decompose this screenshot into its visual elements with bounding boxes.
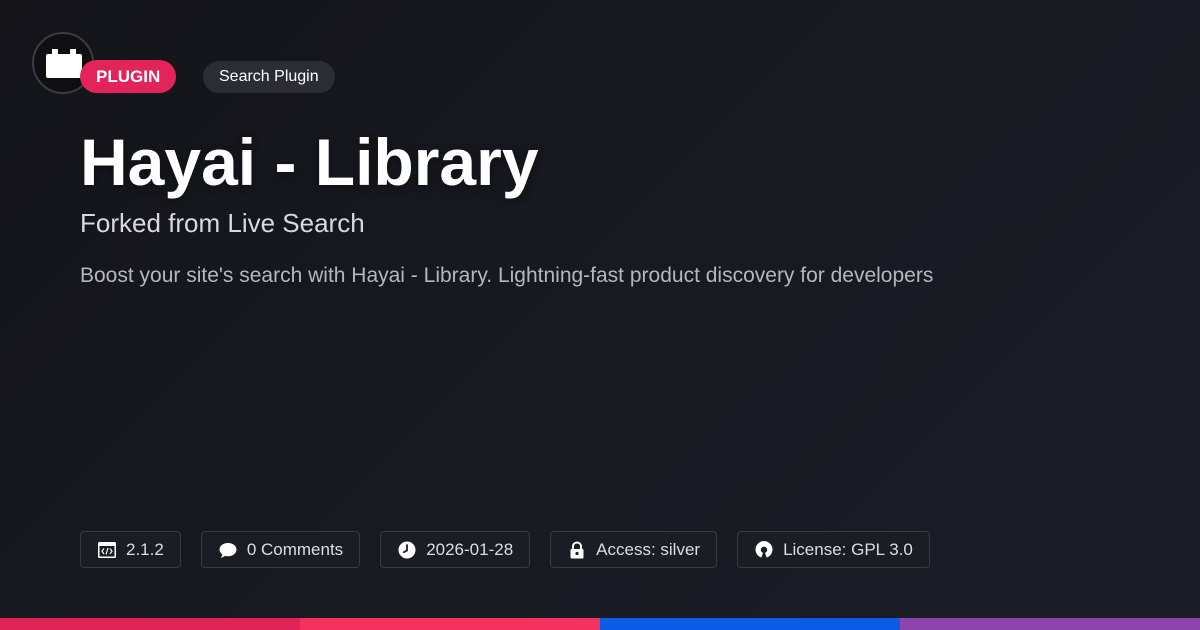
accent-bar <box>0 618 1200 630</box>
plugin-card: PLUGIN Search Plugin Hayai - Library For… <box>0 0 1200 630</box>
open-source-icon <box>754 540 774 560</box>
lock-icon <box>567 540 587 560</box>
clock-icon <box>397 540 417 560</box>
meta-row: 2.1.2 0 Comments 2026-01-28 Access: silv… <box>80 531 930 568</box>
license-pill: License: GPL 3.0 <box>737 531 930 568</box>
page-title: Hayai - Library <box>80 125 539 199</box>
comments-label: 0 Comments <box>246 539 344 559</box>
version-pill: 2.1.2 <box>80 531 181 568</box>
accent-segment <box>900 618 1200 630</box>
version-label: 2.1.2 <box>126 539 164 559</box>
code-icon <box>97 540 117 560</box>
date-label: 2026-01-28 <box>426 539 514 559</box>
comment-icon <box>218 540 238 560</box>
access-pill: Access: silver <box>550 531 718 568</box>
description: Boost your site's search with Hayai - Li… <box>80 264 934 287</box>
accent-segment <box>0 618 300 630</box>
accent-segment <box>600 618 900 630</box>
date-pill: 2026-01-28 <box>380 531 531 568</box>
comments-pill[interactable]: 0 Comments <box>200 531 361 568</box>
plugin-block-icon <box>46 49 82 78</box>
license-label: License: GPL 3.0 <box>783 539 913 559</box>
plugin-type-badge: PLUGIN <box>80 60 177 93</box>
accent-segment <box>300 618 600 630</box>
subtitle: Forked from Live Search <box>80 208 365 238</box>
category-tag[interactable]: Search Plugin <box>203 61 335 93</box>
access-label: Access: silver <box>596 539 701 559</box>
